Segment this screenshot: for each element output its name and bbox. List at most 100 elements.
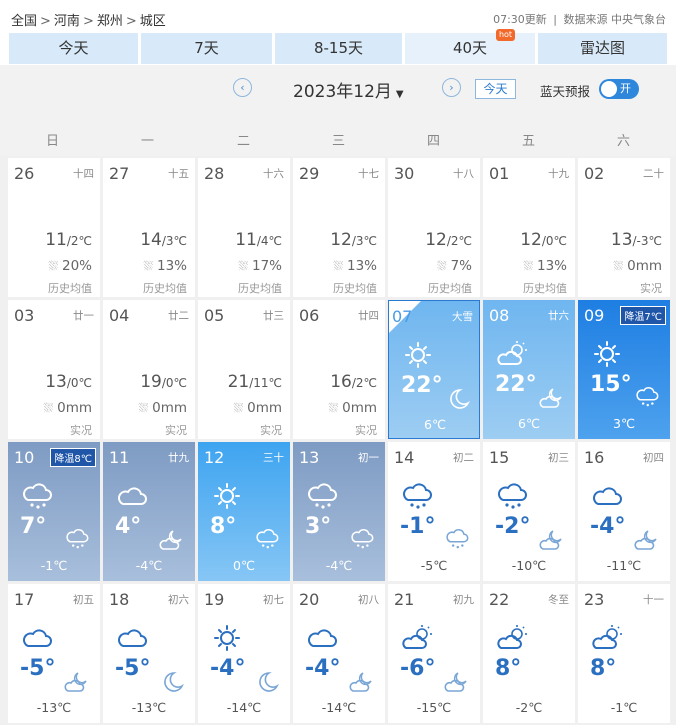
month-selector[interactable]: 2023年12月 ▼ <box>293 77 404 102</box>
month-toolbar: ‹ 2023年12月 ▼ › 今天 蓝天预报 开 <box>0 65 676 120</box>
tab-40day[interactable]: 40天 hot <box>405 29 535 64</box>
tab-label: 7天 <box>194 39 219 57</box>
precip-value: 0mm <box>152 400 187 416</box>
calendar-day-cell[interactable]: 29 十七 12/3℃ ⛆ 13% 历史均值 <box>293 158 385 297</box>
low-temp: -4℃ <box>135 558 163 573</box>
rain-cloud-icon <box>254 528 280 552</box>
data-source-note: 历史均值 <box>333 282 377 295</box>
temperature-range: 16/2℃ <box>330 372 377 392</box>
day-number: 05 <box>204 306 225 325</box>
high-temp: -4° <box>305 656 341 681</box>
night-cloudy-icon <box>64 670 90 694</box>
lunar-date: 廿九 <box>168 452 189 464</box>
precipitation: ⛆ 17% <box>238 258 282 274</box>
forecast-day-cell[interactable]: 15 初三 -2° -10℃ <box>483 442 575 581</box>
prev-month-button[interactable]: ‹ <box>233 78 252 97</box>
calendar-day-cell[interactable]: 27 十五 14/3℃ ⛆ 13% 历史均值 <box>103 158 195 297</box>
calendar-day-cell[interactable]: 04 廿二 19/0℃ ⛆ 0mm 实况 <box>103 300 195 439</box>
calendar-day-cell[interactable]: 02 二十 13/-3℃ ⛆ 0mm 实况 <box>578 158 670 297</box>
weekday-label: 三 <box>331 134 345 149</box>
forecast-day-cell[interactable]: 22 冬至 8° -2℃ <box>483 584 575 723</box>
lunar-date: 初四 <box>643 452 664 464</box>
weekday-label: 日 <box>45 134 59 149</box>
forecast-day-cell[interactable]: 18 初六 -5° -13℃ <box>103 584 195 723</box>
lunar-date: 初二 <box>453 452 474 464</box>
precip-value: 13% <box>346 258 377 274</box>
temperature-range: 13/-3℃ <box>611 230 662 250</box>
tab-7day[interactable]: 7天 <box>141 33 272 64</box>
next-month-button[interactable]: › <box>442 78 461 97</box>
forecast-day-cell[interactable]: 20 初八 -4° -14℃ <box>293 584 385 723</box>
forecast-day-cell[interactable]: 10 降温8℃ 7° -1℃ <box>8 442 100 581</box>
forecast-day-cell[interactable]: 19 初七 -4° -14℃ <box>198 584 290 723</box>
precip-value: 0mm <box>247 400 282 416</box>
day-number: 28 <box>204 164 225 183</box>
rain-cloud-icon <box>64 528 90 552</box>
night-cloudy-icon <box>539 386 565 410</box>
precip-value: 20% <box>61 258 92 274</box>
forecast-day-cell[interactable]: 13 初一 3° -4℃ <box>293 442 385 581</box>
forecast-day-cell[interactable]: 21 初九 -6° -15℃ <box>388 584 480 723</box>
calendar-day-cell[interactable]: 01 十九 12/0℃ ⛆ 13% 历史均值 <box>483 158 575 297</box>
low-temp: -1℃ <box>40 558 68 573</box>
today-button[interactable]: 今天 <box>475 79 516 99</box>
day-number: 01 <box>489 164 510 183</box>
temperature-range: 12/3℃ <box>330 230 377 250</box>
calendar-day-cell[interactable]: 03 廿一 13/0℃ ⛆ 0mm 实况 <box>8 300 100 439</box>
lunar-date: 初六 <box>168 594 189 606</box>
breadcrumb-item-province[interactable]: 河南 <box>54 14 80 29</box>
high-temp: 12 <box>520 230 542 250</box>
low-temp: /0℃ <box>66 376 92 390</box>
precipitation: ⛆ 7% <box>437 258 472 274</box>
calendar-day-cell[interactable]: 06 廿四 16/2℃ ⛆ 0mm 实况 <box>293 300 385 439</box>
breadcrumb-item-city[interactable]: 郑州 <box>97 14 123 29</box>
tab-label: 40天 <box>452 39 488 57</box>
tab-radar[interactable]: 雷达图 <box>538 33 667 64</box>
raindrop-icon: ⛆ <box>233 401 244 415</box>
lunar-date: 廿四 <box>358 310 379 322</box>
weather-calendar-app: { "breadcrumb":{"items":["全国","河南","郑州",… <box>0 0 676 725</box>
calendar-grid: 26 十四 11/2℃ ⛆ 20% 历史均值 27 十五 14/3℃ ⛆ 13% 历史均值 28 十六 11… <box>0 156 676 725</box>
high-temp: -4° <box>210 656 246 681</box>
day-number: 27 <box>109 164 130 183</box>
forecast-tabs: 今天 7天 8-15天 40天 hot 雷达图 <box>0 29 676 64</box>
high-temp: 4° <box>115 514 142 539</box>
sunny-forecast-toggle[interactable]: 开 <box>599 79 639 99</box>
breadcrumb-item-district[interactable]: 城区 <box>140 14 166 29</box>
tab-8-15day[interactable]: 8-15天 <box>275 33 402 64</box>
forecast-day-cell[interactable]: 23 十一 8° -1℃ <box>578 584 670 723</box>
lunar-date: 初三 <box>548 452 569 464</box>
forecast-day-cell[interactable]: 09 降温7℃ 15° 3℃ <box>578 300 670 439</box>
lunar-date: 十六 <box>263 168 284 180</box>
moon-icon <box>159 670 185 694</box>
forecast-day-cell[interactable]: 12 三十 8° 0℃ <box>198 442 290 581</box>
raindrop-icon: ⛆ <box>43 401 54 415</box>
precip-value: 17% <box>251 258 282 274</box>
breadcrumb-separator: > <box>125 14 137 29</box>
high-temp: -5° <box>20 656 56 681</box>
forecast-day-cell[interactable]: 16 初四 -4° -11℃ <box>578 442 670 581</box>
breadcrumb-item-country[interactable]: 全国 <box>11 14 37 29</box>
low-temp: /0℃ <box>161 376 187 390</box>
forecast-day-cell[interactable]: 14 初二 -1° -5℃ <box>388 442 480 581</box>
calendar-day-cell[interactable]: 28 十六 11/4℃ ⛆ 17% 历史均值 <box>198 158 290 297</box>
calendar-day-cell[interactable]: 05 廿三 21/11℃ ⛆ 0mm 实况 <box>198 300 290 439</box>
day-number: 09 <box>584 306 605 325</box>
forecast-day-cell[interactable]: 11 廿九 4° -4℃ <box>103 442 195 581</box>
tab-today[interactable]: 今天 <box>9 33 138 64</box>
forecast-day-cell[interactable]: 17 初五 -5° -13℃ <box>8 584 100 723</box>
calendar-day-cell[interactable]: 26 十四 11/2℃ ⛆ 20% 历史均值 <box>8 158 100 297</box>
breadcrumb: 全国 > 河南 > 郑州 > 城区 <box>11 10 166 29</box>
raindrop-icon: ⛆ <box>138 401 149 415</box>
calendar-day-cell[interactable]: 30 十八 12/2℃ ⛆ 7% 历史均值 <box>388 158 480 297</box>
precip-value: 13% <box>156 258 187 274</box>
night-cloudy-icon <box>444 670 470 694</box>
forecast-day-cell[interactable]: 08 廿六 22° 6℃ <box>483 300 575 439</box>
low-temp: -2℃ <box>515 700 543 715</box>
forecast-day-cell[interactable]: 07 大雪 22° 6℃ <box>388 300 480 439</box>
partly-cloudy-icon <box>495 340 529 368</box>
day-number: 14 <box>394 448 415 467</box>
data-source-note: 实况 <box>355 424 377 437</box>
day-number: 04 <box>109 306 130 325</box>
low-temp: -11℃ <box>606 558 642 573</box>
